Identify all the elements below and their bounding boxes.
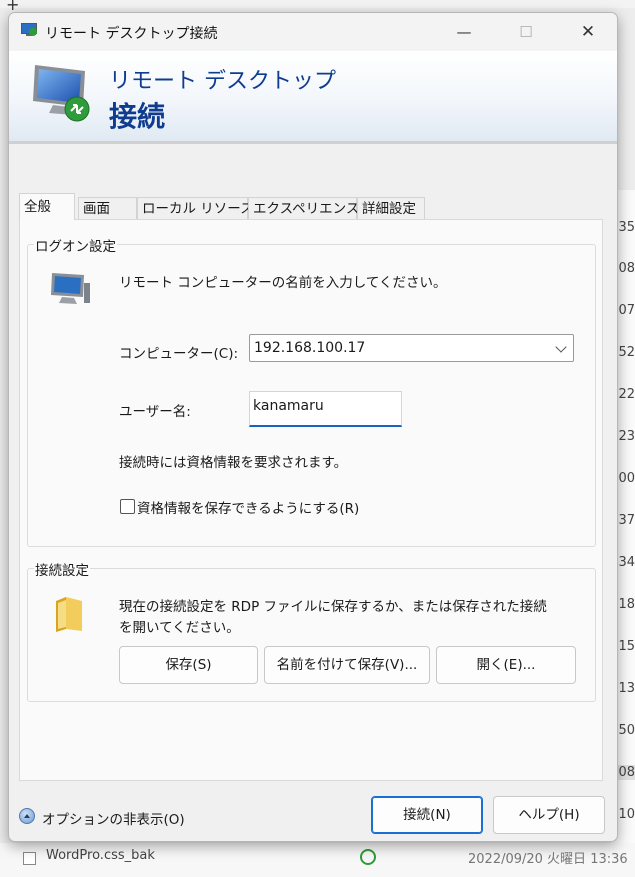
connection-settings-title: 接続設定 <box>34 559 90 579</box>
banner-subtitle: 接続 <box>109 100 166 133</box>
username-label: ユーザー名: <box>119 404 191 420</box>
file-date: 2022/09/20 火曜日 13:36 <box>468 852 628 867</box>
open-button[interactable]: 開く(E)... <box>436 646 576 684</box>
options-toggle-label[interactable]: オプションの非表示(O) <box>42 808 185 828</box>
tab-advanced[interactable]: 詳細設定 <box>357 197 425 219</box>
connection-description-line1: 現在の接続設定を RDP ファイルに保存するか、または保存された接続 <box>119 599 547 615</box>
chevron-down-icon[interactable] <box>555 341 567 353</box>
username-value: kanamaru <box>253 398 324 414</box>
window-title: リモート デスクトップ接続 <box>45 26 218 42</box>
save-credentials-checkbox[interactable] <box>120 499 135 514</box>
credential-note: 接続時には資格情報を要求されます。 <box>119 455 348 471</box>
file-name: WordPro.css_bak <box>46 848 155 863</box>
maximize-button[interactable]: ☐ <box>503 17 549 47</box>
tab-experience[interactable]: エクスペリエンス <box>248 197 359 219</box>
background-file-row[interactable]: WordPro.css_bak 2022/09/20 火曜日 13:36 <box>0 843 635 877</box>
save-as-button[interactable]: 名前を付けて保存(V)... <box>264 646 430 684</box>
computer-icon <box>51 273 90 304</box>
remote-desktop-dialog: リモート デスクトップ接続 — ☐ ✕ リモート デスクトップ 接続 全般 画面… <box>8 12 618 842</box>
connect-button[interactable]: 接続(N) <box>371 796 483 834</box>
tab-general[interactable]: 全般 <box>19 193 75 220</box>
sync-status-icon <box>360 849 376 865</box>
connection-description-line2: を開いてください。 <box>119 620 240 636</box>
save-button[interactable]: 保存(S) <box>119 646 258 684</box>
computer-label: コンピューター(C): <box>119 346 239 362</box>
title-bar[interactable]: リモート デスクトップ接続 — ☐ ✕ <box>9 13 617 51</box>
tab-local-resources[interactable]: ローカル リソース <box>137 197 254 219</box>
general-tab-panel: ログオン設定 リモート コンピューターの名前を入力してください。 コンピューター… <box>19 219 603 781</box>
connection-settings-group: 接続設定 現在の接続設定を RDP ファイルに保存するか、または保存された接続 … <box>27 559 596 702</box>
minimize-button[interactable]: — <box>441 17 487 47</box>
background-window-top <box>0 0 635 8</box>
username-input[interactable]: kanamaru <box>249 391 402 427</box>
tab-display[interactable]: 画面 <box>78 197 137 219</box>
banner-title: リモート デスクトップ <box>109 69 336 94</box>
folder-icon <box>56 597 82 632</box>
close-button[interactable]: ✕ <box>565 17 611 47</box>
computer-value: 192.168.100.17 <box>254 340 366 356</box>
logon-settings-group: ログオン設定 リモート コンピューターの名前を入力してください。 コンピューター… <box>27 235 596 547</box>
remote-desktop-monitor-icon <box>33 65 90 122</box>
computer-combobox[interactable]: 192.168.100.17 <box>249 334 574 362</box>
banner-divider <box>9 141 617 144</box>
remote-desktop-app-icon <box>21 23 37 36</box>
collapse-up-icon[interactable] <box>19 808 35 824</box>
save-credentials-label[interactable]: 資格情報を保存できるようにする(R) <box>137 497 359 517</box>
help-button[interactable]: ヘルプ(H) <box>493 796 605 834</box>
logon-instruction: リモート コンピューターの名前を入力してください。 <box>119 275 447 291</box>
logon-settings-title: ログオン設定 <box>34 235 117 255</box>
row-checkbox[interactable] <box>23 852 36 865</box>
